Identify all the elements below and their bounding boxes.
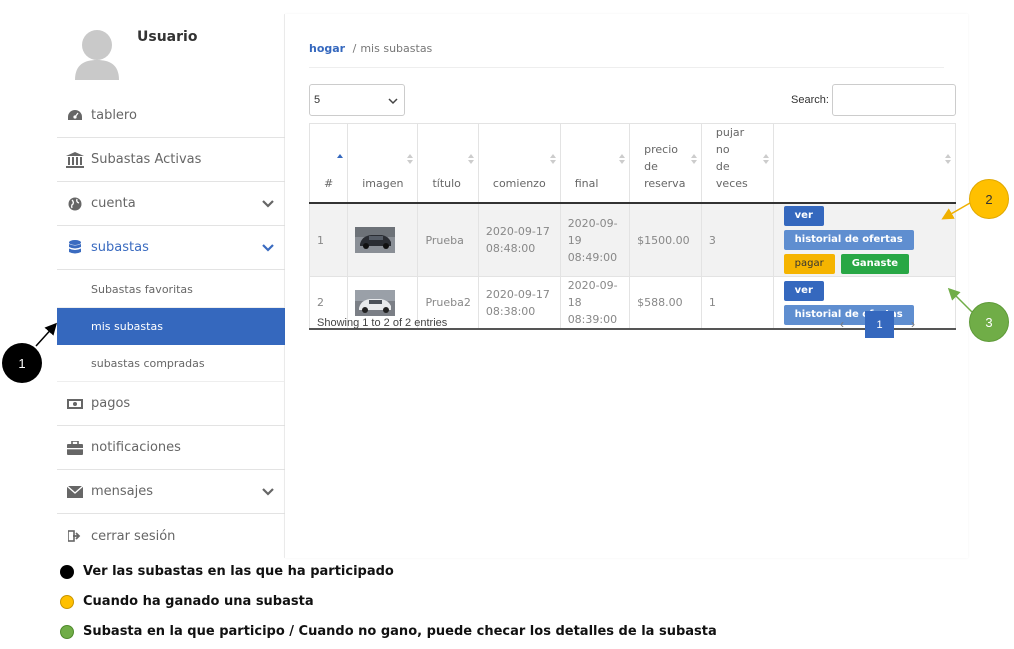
- annotation-marker-3: 3: [969, 302, 1009, 342]
- annotation-arrow-2: [941, 202, 971, 220]
- annotation-marker-2: 2: [969, 179, 1009, 219]
- annotation-arrows: [35, 202, 973, 347]
- black-dot-icon: [60, 564, 74, 579]
- annotation-arrow-3: [947, 287, 973, 313]
- yellow-dot-icon: [60, 594, 74, 609]
- legend-item-lost: Subasta en la que participo / Cuando no …: [60, 624, 717, 639]
- green-dot-icon: [60, 624, 74, 639]
- legend-item-participated: Ver las subastas en las que ha participa…: [60, 564, 394, 579]
- legend-item-won: Cuando ha ganado una subasta: [60, 594, 314, 609]
- annotation-marker-1: 1: [2, 343, 42, 383]
- annotation-arrow-1: [35, 322, 58, 347]
